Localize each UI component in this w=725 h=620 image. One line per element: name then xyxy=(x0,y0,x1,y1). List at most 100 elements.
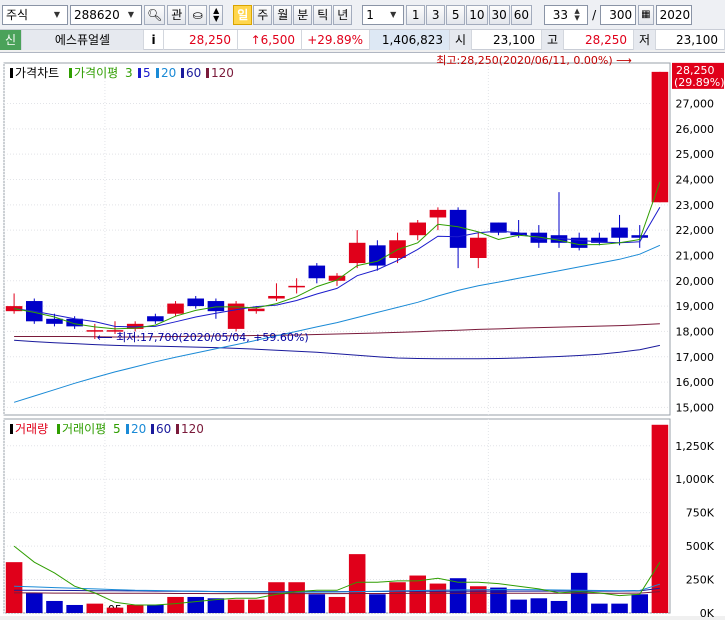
stock-name[interactable]: 에스퓨얼셀 xyxy=(22,29,144,50)
stock-code-input[interactable]: 288620 ▼ xyxy=(70,4,142,25)
trade-volume: 1,406,823 xyxy=(370,29,450,50)
price-tick-label: 21,000 xyxy=(676,249,715,262)
candle-body xyxy=(469,237,487,258)
quick-interval-3[interactable]: 3 xyxy=(426,4,446,25)
low-value-text: 23,100 xyxy=(676,32,718,47)
spin-down-icon: ▼ xyxy=(213,13,220,23)
volume-bar xyxy=(167,596,184,613)
search-icon: 🔍︎ xyxy=(147,7,163,22)
bar-count-spinner-icon[interactable]: ▲ ▼ xyxy=(570,6,584,24)
current-price-text: 28,250 xyxy=(189,32,231,47)
legend-marker xyxy=(181,68,184,78)
stock-chart[interactable]: 15,000 16,000 17,000 18,000 19,000 20,000 21,0… xyxy=(0,53,725,620)
bar-count-input[interactable]: 33 ▲ ▼ xyxy=(544,4,589,25)
volume-bar xyxy=(449,578,467,613)
period-tab-2[interactable]: 월 xyxy=(273,4,293,25)
legend-marker xyxy=(10,68,13,78)
chart-area[interactable]: 15,000 16,000 17,000 18,000 19,000 20,000 21,0… xyxy=(0,52,725,620)
period-tab-3[interactable]: 분 xyxy=(293,4,313,25)
period-tab-0[interactable]: 일 xyxy=(233,4,253,25)
info-icon: i xyxy=(151,32,156,47)
low-value: 23,100 xyxy=(656,29,725,50)
candle-body xyxy=(247,308,265,312)
market-select-value: 주식 xyxy=(6,8,29,22)
high-value: 28,250 xyxy=(564,29,634,50)
favorites-button[interactable]: 관 xyxy=(167,4,187,25)
interval-select-value: 1 xyxy=(366,7,374,22)
price-change: ↑6,500 xyxy=(238,29,302,50)
period-tab-5[interactable]: 년 xyxy=(333,4,353,25)
price-tick-label: 23,000 xyxy=(676,199,715,212)
quote-info-bar: 신 에스퓨얼셀 i 28,250 ↑6,500 +29.89% 1,406,82… xyxy=(0,29,725,50)
stock-code-value: 288620 xyxy=(74,7,120,22)
volume-tick-label: 250K xyxy=(686,574,715,587)
candle-body xyxy=(308,265,326,279)
volume-bar xyxy=(288,582,305,613)
date-picker-button[interactable]: ▦ xyxy=(638,4,654,25)
price-tick-label: 18,000 xyxy=(676,325,715,338)
credit-tag-text: 신 xyxy=(4,33,17,47)
legend-marker xyxy=(151,424,154,434)
quick-interval-buttons: 1 3 5 10 30 60 xyxy=(406,4,533,25)
volume-bar xyxy=(530,598,548,613)
price-tick-label: 15,000 xyxy=(676,401,715,414)
panel-title: 가격차트 xyxy=(15,66,59,80)
period-tab-1[interactable]: 주 xyxy=(253,4,273,25)
volume-bar xyxy=(5,562,23,613)
volume-bar xyxy=(46,600,63,613)
market-select[interactable]: 주식 ▼ xyxy=(2,4,68,25)
candle-body xyxy=(147,316,164,322)
volume-bar xyxy=(247,599,265,613)
min-price-annotation: ⟵ 최저:17,700(2020/05/04, +59.60%) xyxy=(97,331,309,344)
candle-body xyxy=(268,295,285,299)
count-separator: / xyxy=(592,7,597,22)
volume-tick-label: 1,250K xyxy=(675,440,714,453)
price-tick-label: 26,000 xyxy=(676,123,715,136)
toolbar: 주식 ▼ 288620 ▼ 🔍︎ 관 ⛀ ▲ ▼ 일주월분틱년 1 ▼ 1 3 5 10… xyxy=(0,0,725,30)
low-label: 저 xyxy=(634,29,656,50)
favorites-label: 관 xyxy=(171,8,183,22)
quick-interval-5[interactable]: 5 xyxy=(446,4,466,25)
date-input-value: 2020 xyxy=(659,7,691,22)
volume-bar xyxy=(86,603,104,613)
legend-period: 20 xyxy=(161,66,176,80)
quick-interval-60[interactable]: 60 xyxy=(510,4,533,25)
search-button[interactable]: 🔍︎ xyxy=(144,4,166,25)
legend-period: 120 xyxy=(211,66,234,80)
volume-bar xyxy=(550,600,568,613)
link-button[interactable]: ⛀ xyxy=(188,4,208,25)
quick-interval-30[interactable]: 30 xyxy=(488,4,510,25)
date-input[interactable]: 2020 xyxy=(655,4,692,25)
volume-bar xyxy=(268,582,285,613)
code-spinner[interactable]: ▲ ▼ xyxy=(209,4,224,25)
legend-marker xyxy=(57,424,60,434)
volume-bar xyxy=(369,594,386,613)
volume-bar xyxy=(631,594,649,613)
volume-tick-label: 500K xyxy=(686,540,715,553)
info-button[interactable]: i xyxy=(144,29,164,50)
legend-period: 3 xyxy=(125,66,133,80)
volume-bar xyxy=(348,554,366,613)
period-tabs: 일주월분틱년 xyxy=(233,4,353,25)
volume-bar xyxy=(651,424,669,613)
total-count-input[interactable]: 300 xyxy=(600,4,637,25)
volume-bar xyxy=(510,599,527,613)
quick-interval-1[interactable]: 1 xyxy=(406,4,426,25)
legend-period: 20 xyxy=(131,422,146,436)
period-tab-4[interactable]: 틱 xyxy=(313,4,333,25)
open-value: 23,100 xyxy=(472,29,542,50)
quick-interval-10[interactable]: 10 xyxy=(466,4,488,25)
price-tick-label: 17,000 xyxy=(676,351,715,364)
volume-bar xyxy=(389,582,406,613)
legend-period: 60 xyxy=(156,422,171,436)
volume-bar xyxy=(106,607,124,613)
bar-count-value: 33 xyxy=(552,7,569,22)
legend-period: 120 xyxy=(181,422,204,436)
interval-select[interactable]: 1 ▼ xyxy=(362,4,405,25)
price-tick-label: 24,000 xyxy=(676,173,715,186)
candle-body xyxy=(631,235,649,238)
calendar-icon: ▦ xyxy=(641,9,651,20)
price-tick-label: 20,000 xyxy=(676,275,715,288)
open-label: 시 xyxy=(450,29,472,50)
legend-series-name: 거래이평 xyxy=(62,422,106,436)
